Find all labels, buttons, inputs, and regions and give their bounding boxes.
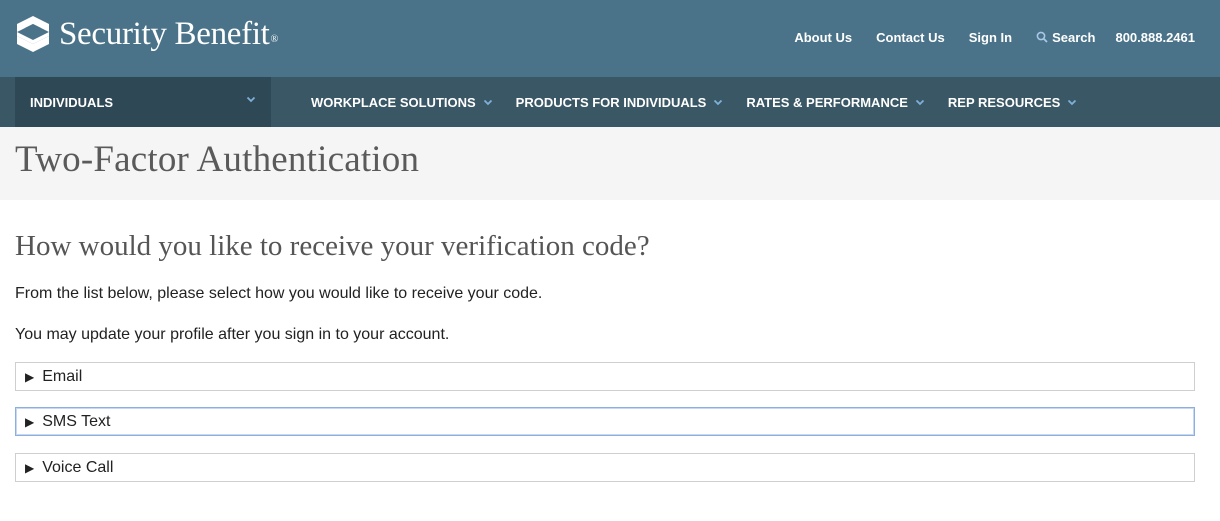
top-header: Security Benefit® About Us Contact Us Si… bbox=[0, 0, 1220, 77]
profile-note-text: You may update your profile after you si… bbox=[15, 326, 450, 343]
option-voice-call[interactable]: ▶ Voice Call bbox=[15, 453, 1195, 482]
nav-item-workplace-solutions[interactable]: WORKPLACE SOLUTIONS bbox=[311, 95, 493, 110]
section-heading: How would you like to receive your verif… bbox=[15, 230, 650, 262]
search-label: Search bbox=[1052, 29, 1096, 45]
option-label: Email bbox=[42, 367, 83, 385]
search-icon bbox=[1036, 31, 1048, 43]
nav-item-rates-performance[interactable]: RATES & PERFORMANCE bbox=[746, 95, 925, 110]
nav-individuals-label: INDIVIDUALS bbox=[30, 94, 114, 110]
sign-in-link[interactable]: Sign In bbox=[969, 30, 1012, 45]
nav-individuals[interactable]: INDIVIDUALS bbox=[15, 77, 271, 127]
instruction-text: From the list below, please select how y… bbox=[15, 285, 543, 302]
option-label: Voice Call bbox=[42, 458, 114, 476]
phone-number-link[interactable]: 800.888.2461 bbox=[1115, 30, 1195, 45]
page-title: Two-Factor Authentication bbox=[15, 139, 420, 180]
search-link[interactable]: Search bbox=[1036, 30, 1095, 45]
nav-item-label: REP RESOURCES bbox=[947, 94, 1061, 110]
chevron-down-icon bbox=[714, 99, 723, 105]
contact-us-link[interactable]: Contact Us bbox=[876, 30, 945, 45]
chevron-down-icon bbox=[246, 96, 256, 103]
nav-item-label: WORKPLACE SOLUTIONS bbox=[311, 94, 476, 110]
nav-item-rep-resources[interactable]: REP RESOURCES bbox=[948, 95, 1077, 110]
chevron-down-icon bbox=[1068, 99, 1077, 105]
expand-triangle-icon: ▶ bbox=[25, 414, 35, 429]
logo-text: Security Benefit® bbox=[59, 16, 279, 52]
utility-nav: About Us Contact Us Sign In Search 800.8… bbox=[770, 28, 1195, 46]
option-label: SMS Text bbox=[42, 412, 111, 430]
main-nav: INDIVIDUALS WORKPLACE SOLUTIONS PRODUCTS… bbox=[0, 77, 1220, 127]
nav-item-products-for-individuals[interactable]: PRODUCTS FOR INDIVIDUALS bbox=[516, 95, 724, 110]
chevron-down-icon bbox=[483, 99, 492, 105]
option-sms-text[interactable]: ▶ SMS Text bbox=[15, 407, 1195, 436]
logo-mark-icon bbox=[17, 16, 49, 52]
nav-items: WORKPLACE SOLUTIONS PRODUCTS FOR INDIVID… bbox=[311, 77, 1100, 127]
option-email[interactable]: ▶ Email bbox=[15, 362, 1195, 391]
chevron-down-icon bbox=[915, 99, 925, 105]
registered-mark: ® bbox=[270, 34, 279, 45]
logo[interactable]: Security Benefit® bbox=[15, 14, 278, 54]
expand-triangle-icon: ▶ bbox=[25, 369, 35, 384]
nav-item-label: PRODUCTS FOR INDIVIDUALS bbox=[515, 94, 707, 110]
expand-triangle-icon: ▶ bbox=[25, 460, 35, 475]
nav-item-label: RATES & PERFORMANCE bbox=[746, 94, 908, 110]
about-us-link[interactable]: About Us bbox=[794, 30, 852, 45]
